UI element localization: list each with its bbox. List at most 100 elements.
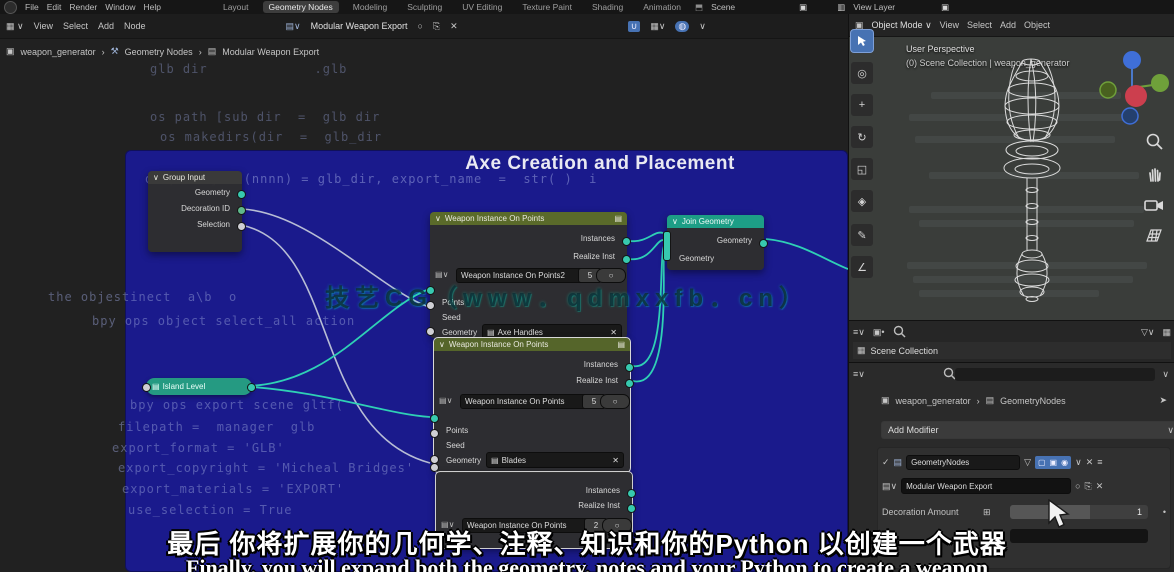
snap-magnet-icon[interactable]: ∪ — [627, 20, 641, 32]
output-socket[interactable] — [237, 206, 246, 215]
new-scene-icon[interactable]: ▣ — [799, 2, 807, 13]
output-socket[interactable] — [625, 379, 634, 388]
workspace-tab-modeling[interactable]: Modeling — [347, 1, 394, 13]
clear-icon[interactable]: ✕ — [610, 328, 617, 337]
outliner-options-icon[interactable]: ▦ — [1162, 327, 1171, 338]
breadcrumb-tree[interactable]: Modular Weapon Export — [222, 47, 319, 57]
breadcrumb-object[interactable]: weapon_generator — [21, 47, 96, 57]
properties-search-input[interactable] — [955, 368, 1155, 381]
render-toggle-icon[interactable]: ◉ — [1061, 458, 1068, 467]
output-socket[interactable] — [759, 239, 768, 248]
pin-icon[interactable]: ➤ — [1159, 395, 1167, 406]
input-socket[interactable] — [142, 383, 151, 392]
value-slider[interactable]: 1 — [1010, 505, 1148, 519]
workspace-tab-texture-paint[interactable]: Texture Paint — [516, 1, 578, 13]
node-options-icon[interactable]: ▤ — [617, 340, 625, 349]
wireframe-mace-model[interactable] — [979, 54, 1089, 310]
output-socket[interactable] — [237, 190, 246, 199]
tool-rotate[interactable]: ↻ — [851, 126, 873, 148]
mode-dropdown[interactable]: Object Mode ∨ — [872, 20, 932, 31]
menu-render[interactable]: Render — [69, 2, 97, 12]
output-socket[interactable] — [237, 222, 246, 231]
attribute-grid-icon[interactable]: ⊞ — [983, 507, 991, 518]
tool-scale[interactable]: ◱ — [851, 158, 873, 180]
node-group-name-field[interactable]: Weapon Instance On Points — [460, 394, 588, 409]
pan-hand-icon[interactable] — [1145, 164, 1165, 184]
tool-move[interactable]: + — [851, 94, 873, 116]
island-level-node[interactable]: ▤ Island Level — [142, 378, 256, 395]
zoom-icon[interactable] — [1145, 132, 1165, 152]
blender-logo-icon[interactable] — [4, 0, 17, 14]
input-socket[interactable] — [430, 414, 439, 423]
fake-user-icon[interactable]: ○ — [418, 21, 423, 31]
workspace-tab-uv-editing[interactable]: UV Editing — [456, 1, 508, 13]
tool-annotate[interactable]: ✎ — [851, 224, 873, 246]
tool-cursor[interactable]: ◎ — [851, 62, 873, 84]
menu-file[interactable]: File — [25, 2, 39, 12]
fake-user-icon[interactable]: ○ — [1075, 481, 1080, 491]
tool-measure[interactable]: ∠ — [851, 256, 873, 278]
breadcrumb-modifier[interactable]: Geometry Nodes — [125, 47, 193, 57]
scene-selector[interactable]: Scene — [711, 2, 735, 12]
node-menu-node[interactable]: Node — [124, 21, 146, 31]
workspace-tab-geometry-nodes[interactable]: Geometry Nodes — [262, 1, 339, 13]
vp-menu-select[interactable]: Select — [967, 20, 992, 30]
add-modifier-button[interactable]: Add Modifier ∨ — [881, 421, 1174, 439]
properties-breadcrumb-modifier[interactable]: GeometryNodes — [1000, 396, 1066, 406]
editor-type-icon[interactable]: ▦ ∨ — [6, 21, 24, 32]
unlink-tree-icon[interactable]: ✕ — [450, 21, 458, 32]
join-geometry-node[interactable]: ∨ Join Geometry Geometry Geometry — [663, 215, 768, 270]
overlays-icon[interactable]: ◍ — [675, 20, 690, 32]
drag-grip-icon[interactable]: ≡ — [1097, 457, 1102, 467]
weapon-instance-node-2[interactable]: ∨ Weapon Instance On Points ▤ Instances Re… — [430, 337, 634, 473]
group-input-node[interactable]: ∨ Group Input Geometry Decoration ID Sele… — [148, 171, 246, 252]
modifier-display-toggles[interactable]: ▢ ▣ ◉ — [1034, 455, 1072, 469]
workspace-tab-shading[interactable]: Shading — [586, 1, 629, 13]
collapse-icon[interactable]: ∨ — [153, 173, 159, 182]
snap-mode-dropdown[interactable]: ▦∨ — [650, 21, 665, 32]
tool-transform[interactable]: ◈ — [851, 190, 873, 212]
collapse-icon[interactable]: ∨ — [672, 217, 678, 226]
display-mode-icon[interactable]: ▣• — [873, 327, 885, 338]
search-icon[interactable] — [893, 325, 907, 339]
node-tree-name[interactable]: Modular Weapon Export — [311, 21, 408, 31]
remove-modifier-icon[interactable]: ✕ — [1086, 457, 1094, 468]
input-socket[interactable] — [430, 429, 439, 438]
clear-icon[interactable]: ✕ — [612, 456, 619, 465]
output-socket[interactable] — [625, 363, 634, 372]
weapon-instance-node-1[interactable]: ∨ Weapon Instance On Points ▤ Instances Re… — [426, 212, 631, 340]
camera-view-icon[interactable] — [1143, 196, 1165, 214]
collapse-icon[interactable]: ∨ — [439, 340, 445, 349]
edit-mode-toggle-icon[interactable]: ▢ — [1038, 458, 1046, 467]
filter-icon[interactable]: ▽∨ — [1141, 327, 1155, 338]
menu-window[interactable]: Window — [105, 2, 135, 12]
overlays-dropdown[interactable]: ∨ — [699, 21, 706, 32]
output-socket[interactable] — [627, 489, 636, 498]
output-socket[interactable] — [627, 504, 636, 513]
output-socket[interactable] — [622, 255, 631, 264]
vp-menu-add[interactable]: Add — [1000, 20, 1016, 30]
collapse-icon[interactable]: ∨ — [435, 214, 441, 223]
perspective-toggle-icon[interactable] — [1144, 226, 1164, 244]
collection-dropdown[interactable]: ▤ Blades ✕ — [486, 452, 624, 468]
properties-options-icon[interactable]: ∨ — [1162, 369, 1169, 380]
realtime-toggle-icon[interactable]: ▣ — [1050, 458, 1058, 467]
vp-menu-object[interactable]: Object — [1024, 20, 1050, 30]
input-socket[interactable] — [426, 327, 435, 336]
workspace-tab-layout[interactable]: Layout — [217, 1, 255, 13]
funnel-icon[interactable]: ▽ — [1024, 457, 1031, 468]
node-group-name-field[interactable]: Modular Weapon Export — [901, 478, 1072, 494]
output-socket[interactable] — [247, 383, 256, 392]
node-menu-add[interactable]: Add — [98, 21, 114, 31]
menu-edit[interactable]: Edit — [47, 2, 62, 12]
workspace-tab-animation[interactable]: Animation — [637, 1, 687, 13]
node-menu-view[interactable]: View — [34, 21, 53, 31]
fake-user-toggle[interactable]: ○ — [600, 394, 630, 409]
outliner-row-scene-collection[interactable]: ▦ Scene Collection — [853, 342, 1171, 359]
view-layer-selector[interactable]: View Layer — [853, 2, 895, 12]
output-socket[interactable] — [622, 237, 631, 246]
node-menu-select[interactable]: Select — [63, 21, 88, 31]
workspace-tab-sculpting[interactable]: Sculpting — [401, 1, 448, 13]
modifier-name-field[interactable]: GeometryNodes — [906, 454, 1021, 470]
chevron-down-icon[interactable]: ∨ — [1075, 457, 1082, 468]
